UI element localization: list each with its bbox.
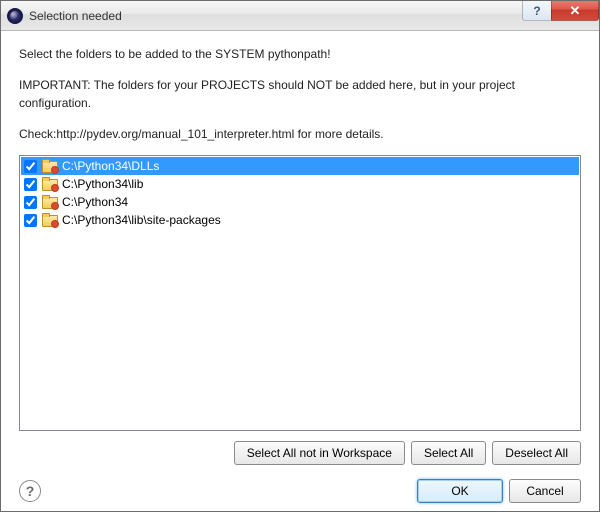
deselect-all-button[interactable]: Deselect All (492, 441, 581, 465)
list-item[interactable]: C:\Python34\DLLs (21, 157, 579, 175)
list-item-checkbox[interactable] (24, 196, 37, 209)
dialog-content: Select the folders to be added to the SY… (1, 31, 599, 511)
cancel-button[interactable]: Cancel (509, 479, 581, 503)
list-item-path: C:\Python34\DLLs (62, 159, 159, 173)
intro-line-1: Select the folders to be added to the SY… (19, 45, 581, 64)
folder-icon (42, 195, 58, 209)
window-help-button[interactable]: ? (522, 1, 552, 21)
list-item[interactable]: C:\Python34\lib\site-packages (21, 211, 579, 229)
help-icon[interactable]: ? (19, 480, 41, 502)
intro-line-3: Check:http://pydev.org/manual_101_interp… (19, 125, 581, 144)
window-controls: ? ✕ (523, 1, 599, 21)
window-title: Selection needed (29, 9, 122, 23)
list-item[interactable]: C:\Python34\lib (21, 175, 579, 193)
intro-line-2: IMPORTANT: The folders for your PROJECTS… (19, 76, 581, 113)
select-all-button[interactable]: Select All (411, 441, 486, 465)
selection-button-row: Select All not in Workspace Select All D… (19, 441, 581, 465)
list-item-checkbox[interactable] (24, 160, 37, 173)
ok-button[interactable]: OK (417, 479, 503, 503)
intro-text: Select the folders to be added to the SY… (19, 45, 581, 155)
folder-icon (42, 177, 58, 191)
list-item-path: C:\Python34\lib\site-packages (62, 213, 221, 227)
app-icon (7, 8, 23, 24)
dialog-footer: ? OK Cancel (19, 479, 581, 503)
list-item-path: C:\Python34 (62, 195, 128, 209)
window-close-button[interactable]: ✕ (551, 1, 599, 21)
list-item-checkbox[interactable] (24, 178, 37, 191)
titlebar: Selection needed ? ✕ (1, 1, 599, 31)
list-item-path: C:\Python34\lib (62, 177, 143, 191)
select-all-not-in-workspace-button[interactable]: Select All not in Workspace (234, 441, 405, 465)
folder-icon (42, 213, 58, 227)
footer-buttons: OK Cancel (417, 479, 581, 503)
list-item-checkbox[interactable] (24, 214, 37, 227)
folder-list[interactable]: C:\Python34\DLLs C:\Python34\lib C:\Python… (19, 155, 581, 431)
folder-icon (42, 159, 58, 173)
list-item[interactable]: C:\Python34 (21, 193, 579, 211)
